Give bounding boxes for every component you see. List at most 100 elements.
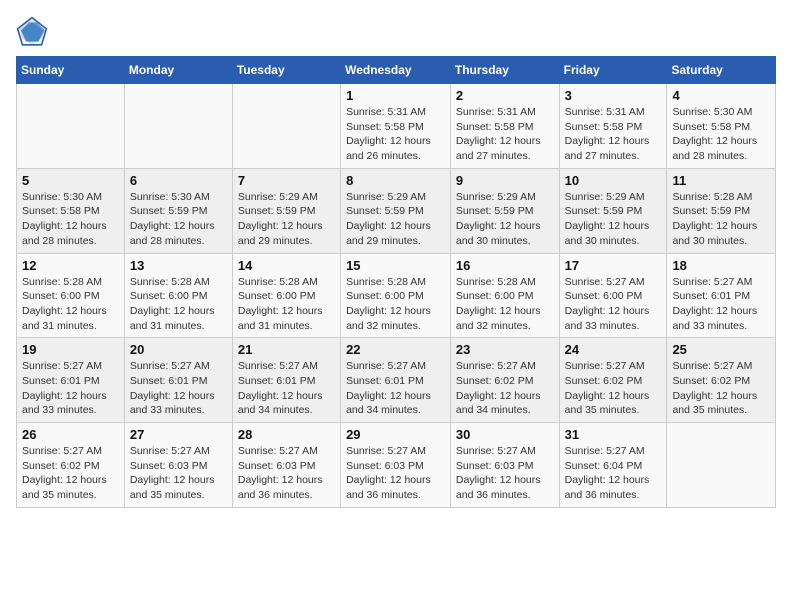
- day-info: Sunrise: 5:28 AM Sunset: 6:00 PM Dayligh…: [238, 275, 335, 334]
- day-info: Sunrise: 5:27 AM Sunset: 6:01 PM Dayligh…: [238, 359, 335, 418]
- day-number: 27: [130, 427, 227, 442]
- day-number: 22: [346, 342, 445, 357]
- day-number: 29: [346, 427, 445, 442]
- calendar-cell: [17, 84, 125, 169]
- day-number: 3: [565, 88, 662, 103]
- day-info: Sunrise: 5:30 AM Sunset: 5:58 PM Dayligh…: [672, 105, 770, 164]
- day-number: 4: [672, 88, 770, 103]
- calendar-cell: 12 Sunrise: 5:28 AM Sunset: 6:00 PM Dayli…: [17, 253, 125, 338]
- calendar-cell: 10Sunrise: 5:29 AM Sunset: 5:59 PM Dayli…: [559, 168, 667, 253]
- day-number: 24: [565, 342, 662, 357]
- day-info: Sunrise: 5:30 AM Sunset: 5:59 PM Dayligh…: [130, 190, 227, 249]
- day-info: Sunrise: 5:31 AM Sunset: 5:58 PM Dayligh…: [565, 105, 662, 164]
- day-info: Sunrise: 5:27 AM Sunset: 6:01 PM Dayligh…: [130, 359, 227, 418]
- day-number: 6: [130, 173, 227, 188]
- calendar-cell: 8Sunrise: 5:29 AM Sunset: 5:59 PM Daylig…: [341, 168, 451, 253]
- day-info: Sunrise: 5:27 AM Sunset: 6:04 PM Dayligh…: [565, 444, 662, 503]
- calendar-cell: 11Sunrise: 5:28 AM Sunset: 5:59 PM Dayli…: [667, 168, 776, 253]
- calendar-cell: [232, 84, 340, 169]
- calendar-cell: 31Sunrise: 5:27 AM Sunset: 6:04 PM Dayli…: [559, 423, 667, 508]
- day-number: 14: [238, 258, 335, 273]
- day-of-week-header: Wednesday: [341, 57, 451, 84]
- day-info: Sunrise: 5:27 AM Sunset: 6:01 PM Dayligh…: [346, 359, 445, 418]
- calendar-cell: 5 Sunrise: 5:30 AM Sunset: 5:58 PM Daylig…: [17, 168, 125, 253]
- calendar-cell: 22 Sunrise: 5:27 AM Sunset: 6:01 PM Dayli…: [341, 338, 451, 423]
- day-info: Sunrise: 5:28 AM Sunset: 6:00 PM Dayligh…: [22, 275, 119, 334]
- day-number: 13: [130, 258, 227, 273]
- day-info: Sunrise: 5:28 AM Sunset: 6:00 PM Dayligh…: [346, 275, 445, 334]
- calendar-cell: 3 Sunrise: 5:31 AM Sunset: 5:58 PM Daylig…: [559, 84, 667, 169]
- calendar-cell: 6 Sunrise: 5:30 AM Sunset: 5:59 PM Daylig…: [124, 168, 232, 253]
- day-info: Sunrise: 5:27 AM Sunset: 6:02 PM Dayligh…: [22, 444, 119, 503]
- day-info: Sunrise: 5:29 AM Sunset: 5:59 PM Dayligh…: [238, 190, 335, 249]
- calendar-cell: 1 Sunrise: 5:31 AM Sunset: 5:58 PM Daylig…: [341, 84, 451, 169]
- day-info: Sunrise: 5:28 AM Sunset: 5:59 PM Dayligh…: [672, 190, 770, 249]
- day-number: 5: [22, 173, 119, 188]
- day-number: 2: [456, 88, 554, 103]
- page-header: [16, 16, 776, 48]
- calendar-cell: 9 Sunrise: 5:29 AM Sunset: 5:59 PM Daylig…: [450, 168, 559, 253]
- calendar-cell: 26 Sunrise: 5:27 AM Sunset: 6:02 PM Dayli…: [17, 423, 125, 508]
- day-number: 7: [238, 173, 335, 188]
- day-of-week-header: Tuesday: [232, 57, 340, 84]
- calendar-cell: 24 Sunrise: 5:27 AM Sunset: 6:02 PM Dayli…: [559, 338, 667, 423]
- day-number: 1: [346, 88, 445, 103]
- day-info: Sunrise: 5:27 AM Sunset: 6:02 PM Dayligh…: [456, 359, 554, 418]
- day-info: Sunrise: 5:27 AM Sunset: 6:03 PM Dayligh…: [456, 444, 554, 503]
- day-number: 30: [456, 427, 554, 442]
- calendar-week-row: 12 Sunrise: 5:28 AM Sunset: 6:00 PM Dayli…: [17, 253, 776, 338]
- day-info: Sunrise: 5:31 AM Sunset: 5:58 PM Dayligh…: [456, 105, 554, 164]
- calendar-cell: 18 Sunrise: 5:27 AM Sunset: 6:01 PM Dayli…: [667, 253, 776, 338]
- calendar-cell: 25Sunrise: 5:27 AM Sunset: 6:02 PM Dayli…: [667, 338, 776, 423]
- day-of-week-header: Thursday: [450, 57, 559, 84]
- day-number: 20: [130, 342, 227, 357]
- day-info: Sunrise: 5:27 AM Sunset: 6:03 PM Dayligh…: [238, 444, 335, 503]
- calendar-cell: 14 Sunrise: 5:28 AM Sunset: 6:00 PM Dayli…: [232, 253, 340, 338]
- calendar-cell: 17Sunrise: 5:27 AM Sunset: 6:00 PM Dayli…: [559, 253, 667, 338]
- day-info: Sunrise: 5:30 AM Sunset: 5:58 PM Dayligh…: [22, 190, 119, 249]
- logo: [16, 16, 52, 48]
- day-number: 15: [346, 258, 445, 273]
- day-info: Sunrise: 5:29 AM Sunset: 5:59 PM Dayligh…: [565, 190, 662, 249]
- day-number: 21: [238, 342, 335, 357]
- day-info: Sunrise: 5:27 AM Sunset: 6:01 PM Dayligh…: [672, 275, 770, 334]
- day-info: Sunrise: 5:27 AM Sunset: 6:03 PM Dayligh…: [130, 444, 227, 503]
- day-number: 12: [22, 258, 119, 273]
- calendar-cell: 30 Sunrise: 5:27 AM Sunset: 6:03 PM Dayli…: [450, 423, 559, 508]
- calendar-cell: [124, 84, 232, 169]
- calendar-cell: 13 Sunrise: 5:28 AM Sunset: 6:00 PM Dayli…: [124, 253, 232, 338]
- day-number: 19: [22, 342, 119, 357]
- day-number: 23: [456, 342, 554, 357]
- day-info: Sunrise: 5:28 AM Sunset: 6:00 PM Dayligh…: [130, 275, 227, 334]
- calendar-body: 1 Sunrise: 5:31 AM Sunset: 5:58 PM Daylig…: [17, 84, 776, 508]
- day-of-week-header: Saturday: [667, 57, 776, 84]
- calendar-cell: 28Sunrise: 5:27 AM Sunset: 6:03 PM Dayli…: [232, 423, 340, 508]
- day-number: 9: [456, 173, 554, 188]
- calendar-cell: 15 Sunrise: 5:28 AM Sunset: 6:00 PM Dayli…: [341, 253, 451, 338]
- day-of-week-header: Friday: [559, 57, 667, 84]
- day-info: Sunrise: 5:27 AM Sunset: 6:01 PM Dayligh…: [22, 359, 119, 418]
- day-info: Sunrise: 5:27 AM Sunset: 6:03 PM Dayligh…: [346, 444, 445, 503]
- calendar-cell: 27 Sunrise: 5:27 AM Sunset: 6:03 PM Dayli…: [124, 423, 232, 508]
- calendar-cell: 20 Sunrise: 5:27 AM Sunset: 6:01 PM Dayli…: [124, 338, 232, 423]
- day-info: Sunrise: 5:31 AM Sunset: 5:58 PM Dayligh…: [346, 105, 445, 164]
- calendar-week-row: 19 Sunrise: 5:27 AM Sunset: 6:01 PM Dayli…: [17, 338, 776, 423]
- logo-icon: [16, 16, 48, 48]
- calendar-week-row: 5 Sunrise: 5:30 AM Sunset: 5:58 PM Daylig…: [17, 168, 776, 253]
- calendar-cell: 19 Sunrise: 5:27 AM Sunset: 6:01 PM Dayli…: [17, 338, 125, 423]
- day-number: 16: [456, 258, 554, 273]
- calendar-week-row: 26 Sunrise: 5:27 AM Sunset: 6:02 PM Dayli…: [17, 423, 776, 508]
- day-info: Sunrise: 5:27 AM Sunset: 6:00 PM Dayligh…: [565, 275, 662, 334]
- calendar-cell: 4 Sunrise: 5:30 AM Sunset: 5:58 PM Daylig…: [667, 84, 776, 169]
- day-info: Sunrise: 5:27 AM Sunset: 6:02 PM Dayligh…: [565, 359, 662, 418]
- day-number: 25: [672, 342, 770, 357]
- calendar-cell: 23 Sunrise: 5:27 AM Sunset: 6:02 PM Dayli…: [450, 338, 559, 423]
- day-info: Sunrise: 5:29 AM Sunset: 5:59 PM Dayligh…: [456, 190, 554, 249]
- calendar-cell: [667, 423, 776, 508]
- day-info: Sunrise: 5:28 AM Sunset: 6:00 PM Dayligh…: [456, 275, 554, 334]
- day-of-week-header: Monday: [124, 57, 232, 84]
- day-number: 18: [672, 258, 770, 273]
- day-number: 26: [22, 427, 119, 442]
- calendar-cell: 21 Sunrise: 5:27 AM Sunset: 6:01 PM Dayli…: [232, 338, 340, 423]
- calendar-header-row: SundayMondayTuesdayWednesdayThursdayFrid…: [17, 57, 776, 84]
